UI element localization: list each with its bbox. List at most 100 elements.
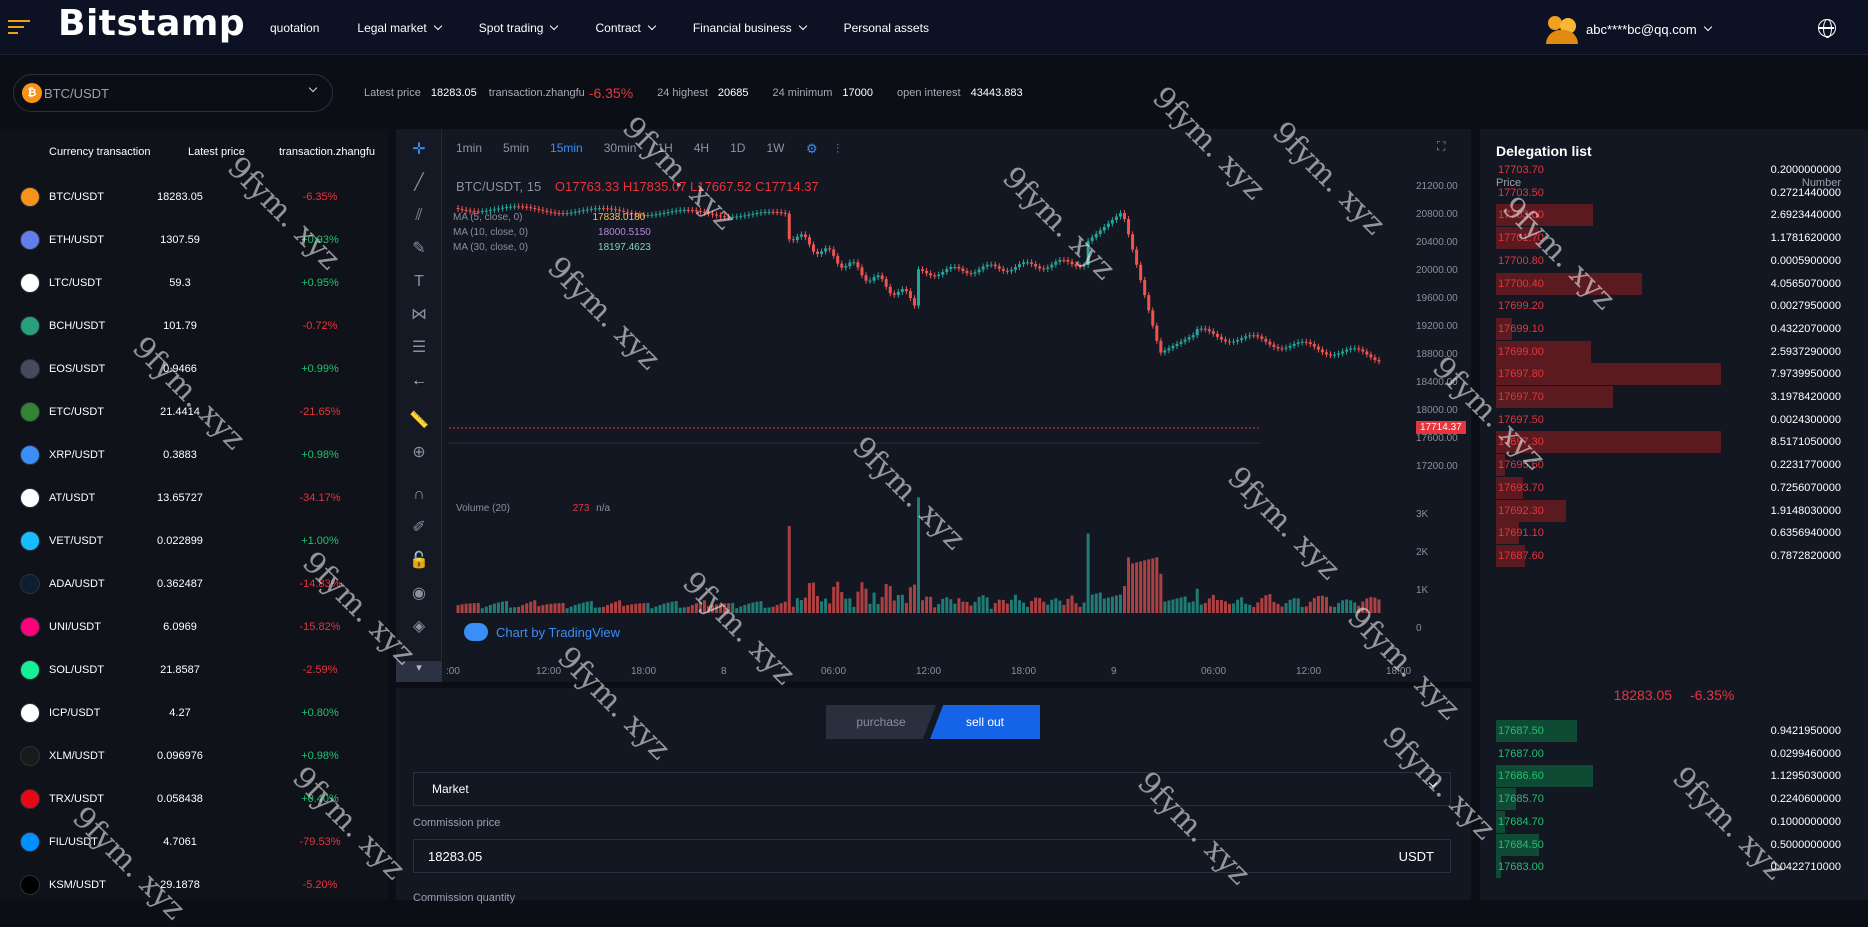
user-menu[interactable]: abc****bc@qq.com [1546, 14, 1713, 44]
market-row[interactable]: FIL/USDT 4.7061 -79.53% [0, 820, 388, 863]
volume-bar [1114, 595, 1118, 613]
ask-row[interactable]: 17703.70 0.2000000000 [1496, 159, 1841, 181]
ask-row[interactable]: 17697.70 3.1978420000 [1496, 386, 1841, 408]
ask-row[interactable]: 17700.80 0.0005900000 [1496, 250, 1841, 272]
ask-row[interactable]: 17700.40 4.0565070000 [1496, 272, 1841, 295]
bid-row[interactable]: 17687.00 0.0299460000 [1496, 743, 1841, 765]
layers-icon[interactable]: ◈ [409, 617, 429, 637]
fullscreen-icon[interactable]: ⛶ [1437, 139, 1453, 155]
market-row[interactable]: BTC/USDT 18283.05 -6.35% [0, 175, 388, 218]
eye-icon[interactable]: ◉ [409, 584, 429, 604]
market-row[interactable]: AT/USDT 13.65727 -34.17% [0, 476, 388, 519]
bid-row[interactable]: 17684.50 0.5000000000 [1496, 833, 1841, 856]
logo[interactable]: Bitstamp [58, 3, 245, 44]
timeframe-4H[interactable]: 4H [694, 141, 709, 155]
bid-row[interactable]: 17684.70 0.1000000000 [1496, 810, 1841, 833]
chevron-down-icon [798, 21, 807, 30]
ma-label: MA (10, close, 0) [453, 227, 529, 238]
crosshair-icon[interactable]: ✛ [409, 140, 429, 160]
tab-purchase[interactable]: purchase [826, 705, 936, 739]
nav-financial-business[interactable]: Financial business [693, 21, 807, 35]
bid-row[interactable]: 17686.60 1.1295030000 [1496, 765, 1841, 788]
text-icon[interactable]: T [409, 272, 429, 292]
fib-icon[interactable]: ☰ [409, 338, 429, 358]
volume-bar [1147, 559, 1151, 613]
ask-row[interactable]: 17697.30 8.5171050000 [1496, 431, 1841, 454]
nav-legal-market[interactable]: Legal market [357, 21, 443, 35]
market-row[interactable]: LTC/USDT 59.3 +0.95% [0, 261, 388, 304]
ask-row[interactable]: 17687.60 0.7872820000 [1496, 544, 1841, 567]
timeframe-30min[interactable]: 30min [604, 141, 637, 155]
magnet-icon[interactable]: ∩ [409, 485, 429, 505]
timeframe-1min[interactable]: 1min [456, 141, 482, 155]
ask-row[interactable]: 17699.10 0.4322070000 [1496, 317, 1841, 340]
bid-row[interactable]: 17685.70 0.2240600000 [1496, 788, 1841, 811]
volume-bar [634, 603, 638, 613]
ask-row[interactable]: 17695.60 0.2231770000 [1496, 454, 1841, 477]
volume-bar [1118, 594, 1122, 613]
commission-price-input[interactable]: 18283.05 USDT [413, 839, 1451, 873]
tab-sell-out[interactable]: sell out [930, 705, 1040, 739]
pattern-icon[interactable]: ⋈ [409, 305, 429, 325]
market-row[interactable]: ETH/USDT 1307.59 +0.93% [0, 218, 388, 261]
timeframe-15min[interactable]: 15min [550, 141, 583, 155]
back-arrow-icon[interactable]: ← [409, 371, 429, 391]
candle-body [1062, 259, 1066, 261]
lock-icon[interactable]: 🔓 [409, 551, 429, 571]
ask-row[interactable]: 17699.00 2.5937290000 [1496, 340, 1841, 363]
ask-row[interactable]: 17701.70 1.1781620000 [1496, 227, 1841, 250]
ask-row[interactable]: 17699.20 0.0027950000 [1496, 295, 1841, 317]
ask-row[interactable]: 17697.80 7.9739950000 [1496, 363, 1841, 386]
market-row[interactable]: SOL/USDT 21.8587 -2.59% [0, 648, 388, 691]
nav-contract[interactable]: Contract [595, 21, 657, 35]
candle-body [1333, 354, 1337, 356]
ask-row[interactable]: 17693.70 0.7256070000 [1496, 476, 1841, 499]
timeframe-1D[interactable]: 1D [730, 141, 745, 155]
order-type-select[interactable]: Market [413, 772, 1451, 806]
candle-body [977, 269, 981, 273]
market-row[interactable]: ETC/USDT 21.4414 -21.65% [0, 390, 388, 433]
bid-row[interactable]: 17683.00 0.0422710000 [1496, 856, 1841, 879]
market-row[interactable]: TRX/USDT 0.058438 +0.40% [0, 777, 388, 820]
market-row[interactable]: ICP/USDT 4.27 +0.80% [0, 691, 388, 734]
market-row[interactable]: XLM/USDT 0.096976 +0.98% [0, 734, 388, 777]
tradingview-credit[interactable]: Chart by TradingView [464, 623, 620, 641]
volume-bar [642, 603, 646, 613]
market-row[interactable]: ADA/USDT 0.362487 -14.83% [0, 562, 388, 605]
timeframe-1W[interactable]: 1W [766, 141, 784, 155]
market-row[interactable]: UNI/USDT 6.0969 -15.82% [0, 605, 388, 648]
globe-icon[interactable] [1818, 19, 1836, 38]
indicators-icon[interactable]: ⫶ [836, 141, 839, 157]
timeframe-1H[interactable]: 1H [657, 141, 672, 155]
timeframe-5min[interactable]: 5min [503, 141, 529, 155]
ask-row[interactable]: 17697.50 0.0024300000 [1496, 409, 1841, 431]
nav-spot-trading[interactable]: Spot trading [479, 21, 559, 35]
ask-row[interactable]: 17703.00 2.6923440000 [1496, 204, 1841, 227]
ruler-icon[interactable]: 📏 [409, 411, 429, 431]
nav-quotation[interactable]: quotation [270, 21, 319, 35]
volume-bar [1131, 563, 1135, 613]
trendline-icon[interactable]: ╱ [409, 173, 429, 193]
ask-row[interactable]: 17703.50 0.2721440000 [1496, 182, 1841, 204]
volume-bar [601, 606, 605, 613]
nav-personal-assets[interactable]: Personal assets [844, 21, 929, 35]
ask-row[interactable]: 17691.10 0.6356940000 [1496, 522, 1841, 545]
lock-drawing-icon[interactable]: ✐ [409, 518, 429, 538]
collapse-toolbar-button[interactable]: ▾ [396, 661, 442, 682]
candle-body [1058, 259, 1062, 262]
candle-body [957, 266, 961, 269]
settings-icon[interactable]: ⚙ [806, 141, 818, 157]
market-row[interactable]: BCH/USDT 101.79 -0.72% [0, 304, 388, 347]
candle-body [872, 277, 876, 281]
brush-icon[interactable]: ✎ [409, 239, 429, 259]
market-row[interactable]: VET/USDT 0.022899 +1.00% [0, 519, 388, 562]
channel-icon[interactable]: ⫽ [409, 206, 429, 226]
bid-row[interactable]: 17687.50 0.9421950000 [1496, 720, 1841, 742]
menu-icon[interactable] [8, 20, 30, 34]
zoom-in-icon[interactable]: ⊕ [409, 443, 429, 463]
volume-bar [646, 602, 650, 613]
ask-row[interactable]: 17692.30 1.9148030000 [1496, 499, 1841, 522]
market-row[interactable]: EOS/USDT 0.9466 +0.99% [0, 347, 388, 390]
pair-select[interactable]: ₿ BTC/USDT [13, 74, 333, 112]
market-row[interactable]: XRP/USDT 0.3883 +0.98% [0, 433, 388, 476]
